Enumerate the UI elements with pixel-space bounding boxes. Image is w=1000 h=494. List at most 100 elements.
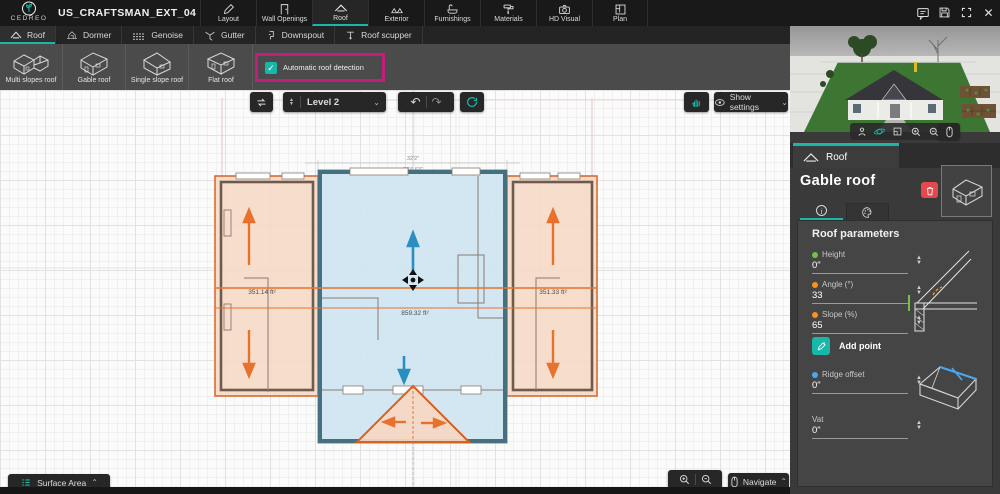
roof-scupper-icon	[345, 30, 356, 41]
level-stepper-icon[interactable]: ▲ ▼	[289, 98, 294, 107]
auto-roof-detection-label: Automatic roof detection	[283, 63, 364, 72]
navigate-label: Navigate	[742, 476, 777, 487]
pencil-icon	[222, 3, 235, 16]
gable-roof-icon	[73, 47, 115, 77]
chevron-up-icon: ⌃	[780, 477, 788, 486]
tool-roof[interactable]: Roof	[0, 26, 56, 44]
mouse-icon	[731, 476, 738, 487]
surface-area-label: Surface Area	[37, 477, 87, 488]
plan-view-button[interactable]	[890, 124, 905, 139]
orbit-view-button[interactable]	[872, 124, 887, 139]
slope-value[interactable]: 65	[812, 320, 908, 331]
tab-materials[interactable]: Materials	[480, 0, 536, 26]
zoom-in-button[interactable]	[678, 473, 691, 486]
gutter-icon	[204, 30, 216, 41]
palette-icon	[862, 206, 872, 218]
first-person-view-button[interactable]	[854, 124, 869, 139]
camera-icon	[558, 3, 571, 16]
ridge-offset-value[interactable]: 0"	[812, 380, 908, 391]
height-value[interactable]: 0"	[812, 260, 908, 271]
close-icon[interactable]: ✕	[981, 5, 996, 20]
roof-parameters-title: Roof parameters	[812, 228, 900, 240]
preview-toolbar	[850, 123, 945, 140]
height-field[interactable]: Height 0" ▲ ▼	[812, 250, 922, 274]
single-slope-roof-icon	[136, 47, 178, 77]
orange-dot-icon	[812, 281, 818, 288]
flat-roof-button[interactable]: Flat roof	[190, 44, 253, 90]
single-slope-roof-button[interactable]: Single slope roof	[126, 44, 189, 90]
blueprint-icon	[614, 3, 627, 16]
tab-hd-visual[interactable]: HD Visual	[536, 0, 592, 26]
undo-redo-group: ↶ ↷	[398, 92, 454, 112]
project-title: US_CRAFTSMAN_EXT_04	[58, 7, 197, 19]
angle-value[interactable]: 33	[812, 290, 908, 301]
undo-button[interactable]: ↶	[410, 96, 420, 108]
panel-tab-roof[interactable]: Roof	[793, 143, 899, 168]
fullscreen-icon[interactable]	[959, 5, 974, 20]
brand-name: CEDREO	[10, 15, 48, 22]
feedback-icon[interactable]	[915, 5, 930, 20]
top-bar: CEDREO US_CRAFTSMAN_EXT_04 Layout Wall O…	[0, 0, 1000, 26]
floor-plan-canvas[interactable]: 32'2" 28'6.63"	[0, 90, 790, 494]
tool-dormer[interactable]: Dormer	[56, 26, 123, 44]
auto-roof-detection-checkbox[interactable]: ✓	[265, 61, 277, 74]
cedreo-logo[interactable]: CEDREO	[4, 1, 54, 25]
window-controls: ✕	[915, 5, 996, 20]
roof-pane-left[interactable]	[214, 172, 319, 397]
tab-plan[interactable]: Plan	[592, 0, 648, 26]
level-label: Level 2	[306, 96, 340, 108]
angle-field[interactable]: Angle (°) 33 ▲ ▼	[812, 280, 922, 304]
mouse-icon	[945, 126, 953, 137]
tab-layout[interactable]: Layout	[200, 0, 256, 26]
ridge-offset-field[interactable]: Ridge offset 0" ▲ ▼	[812, 370, 922, 394]
main-tabs: Layout Wall Openings Roof Exterior Furni…	[200, 0, 648, 26]
info-icon: i	[816, 205, 827, 216]
floor-plan-drawing: 32'2" 28'6.63"	[0, 90, 790, 494]
area-label-right: 351.33 ft²	[539, 289, 567, 296]
orange-dot-icon	[812, 311, 818, 318]
tool-downspout[interactable]: Downspout	[256, 26, 336, 44]
vat-field[interactable]: Vat 0" ▲ ▼	[812, 415, 922, 439]
area-label-center: 859.32 ft²	[401, 310, 429, 317]
downspout-icon	[266, 30, 277, 41]
level-selector[interactable]: ▲ ▼ Level 2 ⌄	[283, 92, 386, 112]
vat-stepper[interactable]: ▲ ▼	[916, 420, 922, 431]
multi-slopes-roof-button[interactable]: Multi slopes roof	[0, 44, 63, 90]
compass-button[interactable]	[460, 92, 484, 112]
area-label-left: 351.14 ft²	[248, 289, 276, 296]
roof-type-ribbon: Multi slopes roof Gable roof Single slop…	[0, 44, 790, 90]
save-icon[interactable]	[937, 5, 952, 20]
show-settings-label: Show settings	[729, 92, 759, 112]
preview-navigate-button[interactable]	[938, 123, 960, 140]
delete-roof-button[interactable]	[921, 182, 938, 198]
3d-preview[interactable]	[790, 26, 1000, 132]
cedreo-logo-icon	[22, 1, 36, 16]
genoise-icon	[132, 31, 146, 40]
pan-tool-button[interactable]	[684, 92, 709, 112]
tab-exterior[interactable]: Exterior	[368, 0, 424, 26]
show-settings-button[interactable]: Show settings ⌄	[714, 92, 788, 112]
gable-roof-preview[interactable]	[941, 165, 992, 217]
tab-roof[interactable]: Roof	[312, 0, 368, 26]
redo-button[interactable]: ↷	[432, 96, 442, 108]
level-sync-button[interactable]	[250, 92, 273, 112]
tool-genoise[interactable]: Genoise	[122, 26, 194, 44]
blue-dot-icon	[812, 371, 818, 378]
roof-icon	[334, 2, 348, 15]
add-point-button[interactable]: Add point	[812, 337, 881, 355]
zoom-out-button[interactable]	[700, 473, 713, 486]
tool-roof-scupper[interactable]: Roof scupper	[335, 26, 423, 44]
tab-furnishings[interactable]: Furnishings	[424, 0, 480, 26]
slope-field[interactable]: Slope (%) 65 ▲ ▼	[812, 310, 922, 334]
vat-value[interactable]: 0"	[812, 425, 908, 436]
tab-wall-openings[interactable]: Wall Openings	[256, 0, 312, 26]
trash-icon	[926, 186, 933, 195]
tab-roof-materials[interactable]	[846, 203, 889, 220]
gable-roof-button[interactable]: Gable roof	[63, 44, 126, 90]
flat-roof-icon	[200, 47, 242, 77]
compass-icon	[467, 97, 477, 108]
tool-gutter[interactable]: Gutter	[194, 26, 256, 44]
preview-zoom-in-button[interactable]	[908, 124, 923, 139]
chevron-down-icon: ⌄	[781, 97, 788, 107]
tab-roof-info[interactable]: i	[800, 203, 843, 220]
